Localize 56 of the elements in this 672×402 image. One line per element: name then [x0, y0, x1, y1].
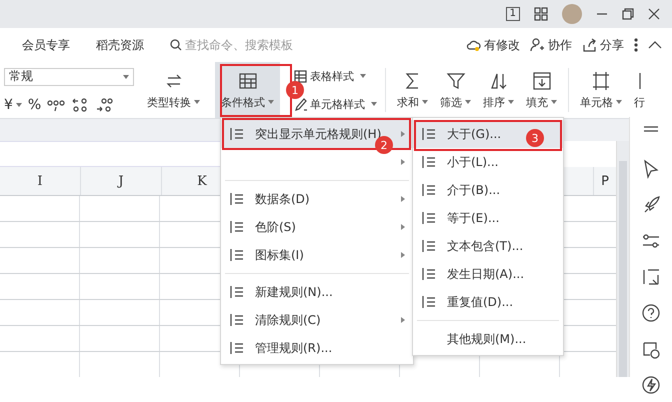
toolbar-action[interactable]: 有修改	[466, 36, 520, 54]
close-icon[interactable]	[648, 8, 660, 20]
cell-frame-icon	[591, 70, 611, 90]
menu-item[interactable]: 介于(B)...	[413, 176, 563, 204]
rule-icon	[421, 294, 437, 310]
menu-item[interactable]: 新建规则(N)...	[221, 278, 413, 306]
decrease-decimal-icon[interactable]	[95, 96, 114, 112]
ribbon-button[interactable]: 类型转换	[144, 62, 203, 118]
menu-item[interactable]: 发生日期(A)...	[413, 260, 563, 288]
rule-icon	[421, 126, 437, 142]
column-label: I	[0, 167, 81, 195]
rule-icon	[421, 238, 437, 254]
share-icon	[582, 38, 597, 52]
grid-icon[interactable]	[534, 7, 548, 21]
thousands-separator-icon[interactable]	[47, 98, 66, 112]
fill-down-icon	[532, 70, 552, 90]
table-icon	[238, 70, 258, 90]
menu-item[interactable]: 管理规则(R)...	[221, 334, 413, 362]
menu-item[interactable]: 文本包含(T)...	[413, 232, 563, 260]
rule-icon	[421, 154, 437, 170]
ribbon-button[interactable]: 行	[631, 62, 648, 118]
increase-decimal-icon[interactable]	[71, 96, 90, 112]
cursor-icon[interactable]	[641, 159, 661, 179]
restore-icon[interactable]	[622, 8, 634, 20]
rule-icon	[421, 266, 437, 282]
column-label: P	[600, 172, 610, 190]
step-badge: 1	[286, 81, 304, 99]
more-icon[interactable]	[634, 38, 638, 52]
number-format-field[interactable]: 常规	[4, 68, 134, 86]
menu-item[interactable]: 重复值(D)...	[413, 288, 563, 316]
cloud-icon	[466, 38, 481, 52]
toolbar-action[interactable]: 协作	[530, 36, 572, 54]
resize-icon[interactable]	[641, 267, 661, 287]
menu-tab[interactable]: 稻壳资源	[96, 36, 144, 54]
search-icon	[170, 39, 182, 51]
help-icon[interactable]	[641, 303, 661, 323]
brush-icon	[294, 98, 307, 110]
lightning-icon[interactable]	[641, 375, 661, 395]
rule-icon	[421, 210, 437, 226]
menu-item[interactable]: 其他规则(M)...	[413, 325, 563, 353]
vertical-scrollbar[interactable]	[616, 141, 629, 377]
collapse-icon[interactable]	[648, 40, 662, 50]
menu-item[interactable]: 小于(L)...	[413, 148, 563, 176]
toolbar-action[interactable]: 分享	[582, 36, 624, 54]
format-button[interactable]: %	[28, 96, 42, 112]
row-icon	[638, 70, 642, 90]
rule-icon	[421, 182, 437, 198]
menu-tab[interactable]: 会员专享	[22, 36, 70, 54]
menu-item[interactable]: 等于(E)...	[413, 204, 563, 232]
ribbon-button[interactable]: 单元格	[577, 62, 625, 118]
user-plus-icon	[530, 38, 545, 52]
column-label: J	[81, 167, 162, 195]
format-button[interactable]: ¥	[4, 96, 22, 112]
page-number-badge: 1	[506, 7, 520, 21]
table-style-icon	[294, 70, 307, 82]
funnel-icon	[446, 70, 466, 90]
